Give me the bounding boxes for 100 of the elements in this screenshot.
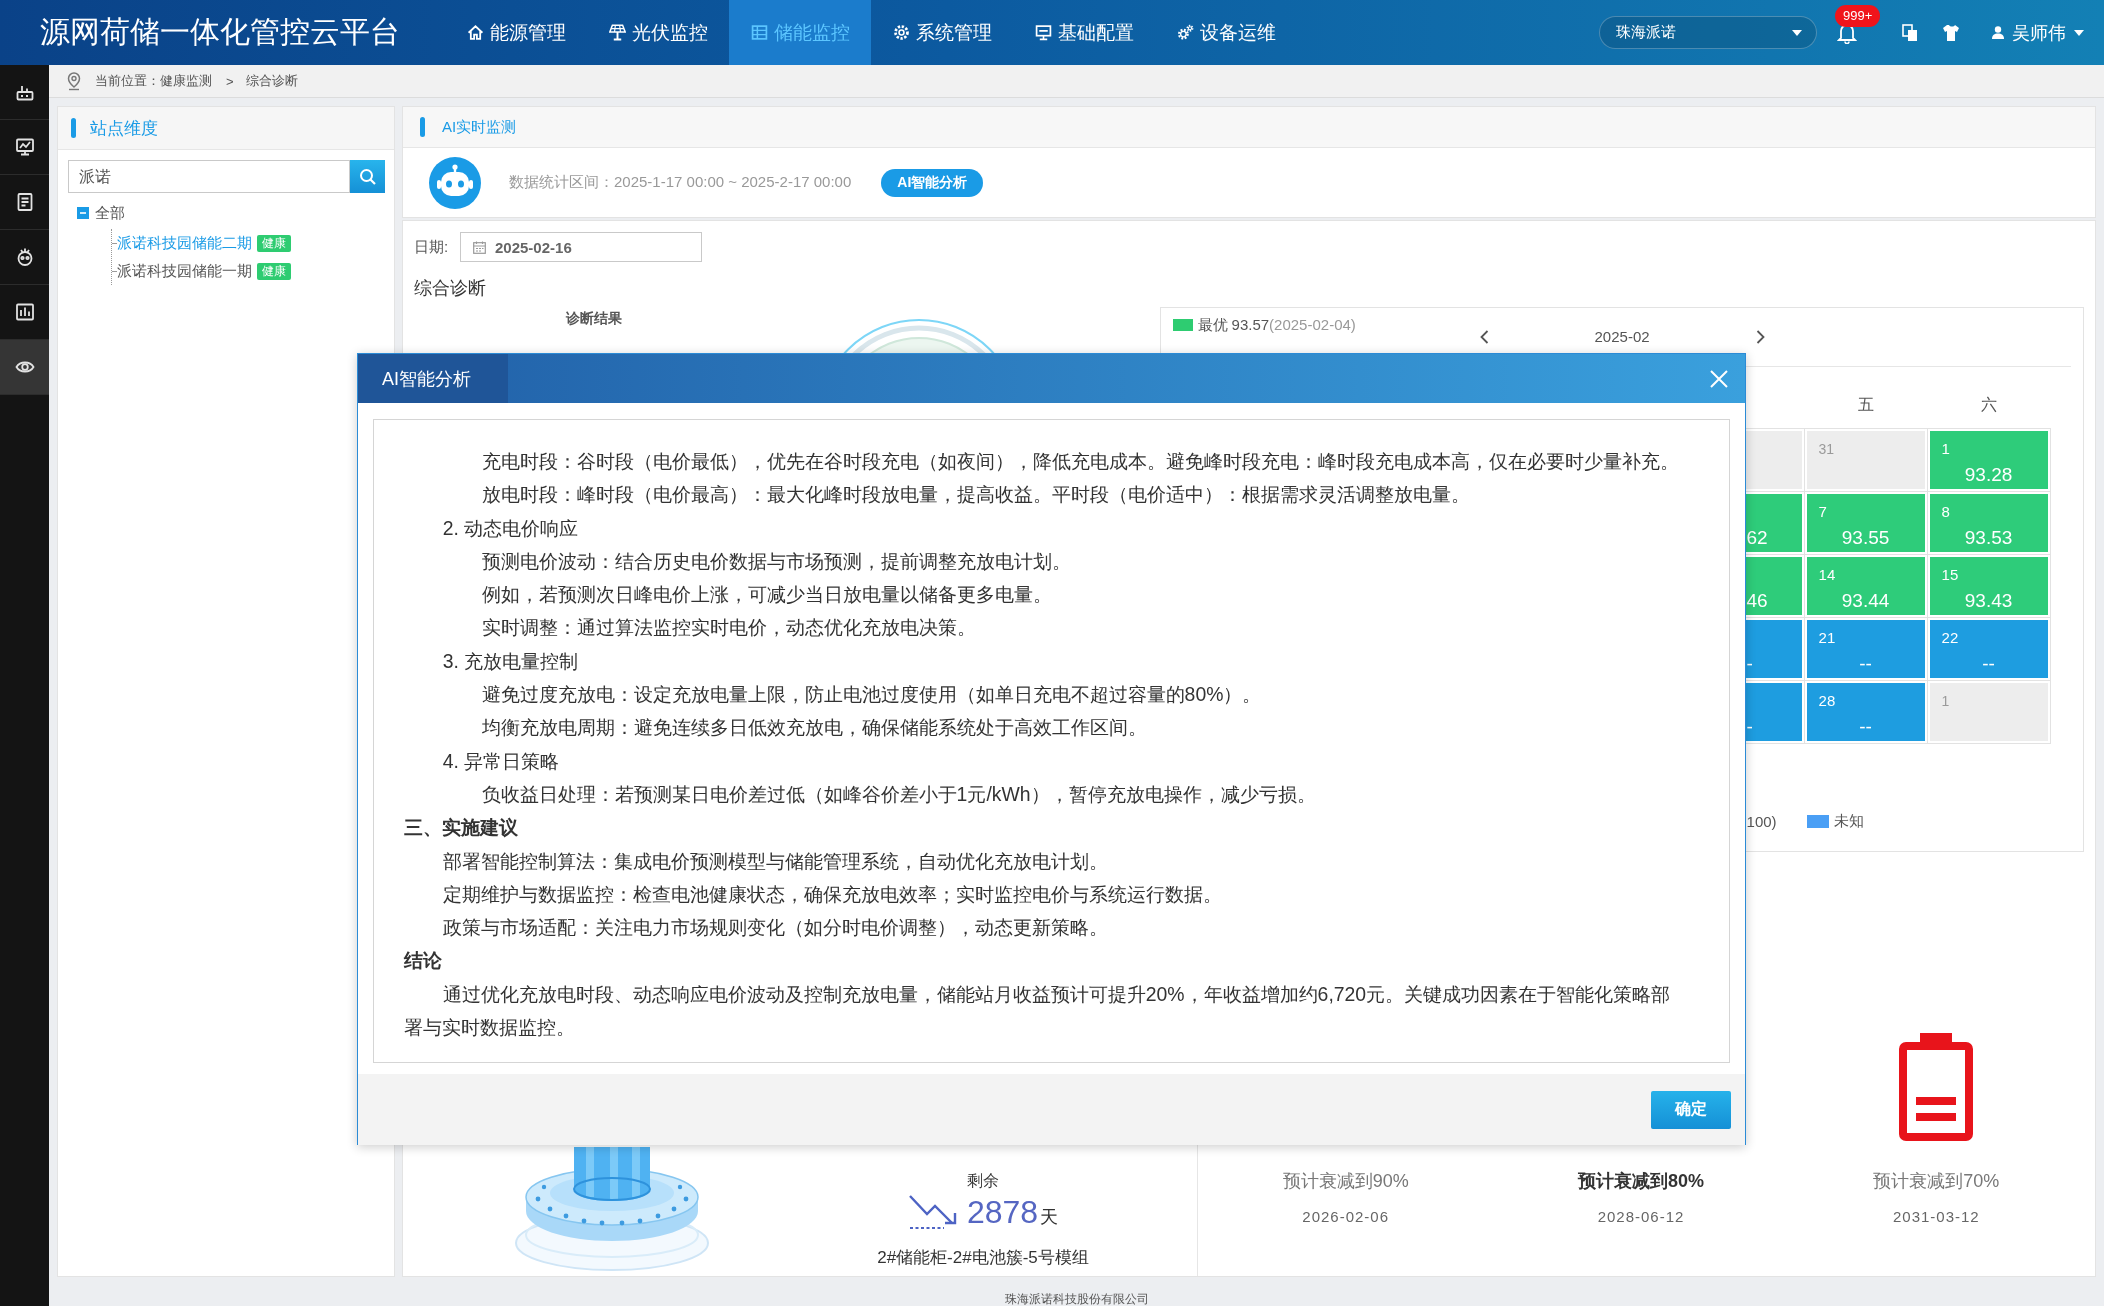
nav-tab[interactable]: 光伏监控 (587, 0, 729, 65)
copy-icon[interactable] (1902, 23, 1918, 42)
calendar-day[interactable]: 46 (1745, 557, 1802, 615)
close-icon (1709, 368, 1729, 389)
legend-value: 93.57 (1231, 316, 1270, 334)
tree-item[interactable]: 派诺科技园储能二期 (117, 233, 252, 253)
status-badge: 健康 (257, 262, 291, 280)
report-text: 3. 充放电量控制 (441, 648, 580, 674)
app-title: 源网荷储一体化管控云平台 (39, 14, 401, 50)
calendar-day[interactable]: 21 -- (1806, 620, 1925, 678)
report-text: 实时调整：通过算法监控实时电价，动态优化充放电决策。 (480, 615, 977, 641)
day-number: 22 (1941, 629, 1959, 647)
calendar-day[interactable]: 28 -- (1806, 683, 1925, 741)
day-number: 1 (1941, 440, 1950, 458)
report-text: 例如，若预测次日峰电价上涨，可减少当日放电量以储备更多电量。 (480, 582, 1053, 608)
remaining-days: 2878 (966, 1194, 1039, 1230)
solar-panel-icon (608, 24, 626, 41)
confirm-button[interactable]: 确定 (1651, 1090, 1731, 1129)
day-score: 93.43 (1964, 590, 2013, 612)
nav-tab[interactable]: 设备运维 (1155, 0, 1297, 65)
calendar-day[interactable]: 1 93.28 (1929, 431, 2048, 489)
nav-tab[interactable]: 系统管理 (871, 0, 1013, 65)
day-score: 93.28 (1964, 464, 2013, 486)
panel-title: 站点维度 (90, 117, 158, 140)
nav-tab[interactable]: 能源管理 (445, 0, 587, 65)
calendar-day[interactable]: 14 93.44 (1806, 557, 1925, 615)
day-score: 46 (1746, 590, 1768, 612)
day-number: 31 (1818, 440, 1835, 458)
result-label: 诊断结果 (566, 310, 622, 326)
date-label: 日期: (414, 237, 450, 257)
org-select[interactable]: 珠海派诺 (1599, 16, 1817, 49)
accent-bar-icon (71, 118, 76, 138)
day-number: 7 (1818, 503, 1827, 521)
breadcrumb-separator: > (226, 73, 234, 89)
day-number: 1 (1941, 692, 1950, 710)
forecast-title: 预计衰减到70% (1873, 1170, 2000, 1192)
report-text: 4. 异常日策略 (441, 748, 561, 774)
day-number: 21 (1818, 629, 1836, 647)
dialog-title: AI智能分析 (358, 354, 508, 403)
day-score: 93.55 (1841, 527, 1890, 549)
forecast-date: 2031-03-12 (1892, 1207, 1980, 1227)
day-number: 14 (1818, 566, 1836, 584)
report-text: 通过优化充放电时段、动态响应电价波动及控制充放电量，储能站月收益预计可提升20%，年收益增加约6,720元。关键成功因素在于智能化策略部署与实时数据监控。 (404, 981, 1672, 1041)
date-range-text: 数据统计区间：2025-1-17 00:00 ~ 2025-2-17 00:00 (509, 173, 852, 192)
forecast-title: 预计衰减到90% (1282, 1170, 1409, 1192)
module-name: 2#储能柜-2#电池簇-5号模组 (877, 1247, 1089, 1269)
shirt-icon[interactable] (1942, 23, 1960, 42)
sidebar-item[interactable] (0, 340, 49, 395)
legend-label: 100) (1746, 812, 1777, 830)
card-title: AI实时监测 (442, 117, 517, 137)
report-text: 政策与市场适配：关注电力市场规则变化（如分时电价调整），动态更新策略。 (441, 915, 1109, 941)
day-score: 93.44 (1841, 590, 1890, 612)
nav-tab[interactable]: 基础配置 (1013, 0, 1155, 65)
day-score: -- (1859, 653, 1872, 675)
user-menu[interactable]: 吴师伟 (1992, 20, 2084, 45)
report-text: 充电时段：谷时段（电价最低），优先在谷时段充电（如夜间），降低充电成本。避免峰时段充电：峰时段充电成本高，仅在必要时少量补充。 (480, 449, 1676, 474)
report-text: 放电时段：峰时段（电价最高）：最大化峰时段放电量，提高收益。平时段（电价适中）：根据需求灵活调整放电量。 (480, 482, 1471, 508)
chevron-left-icon[interactable] (1479, 330, 1489, 344)
report-text: 均衡充放电周期：避免连续多日低效充放电，确保储能系统处于高效工作区间。 (480, 715, 1148, 741)
calendar-day[interactable]: - (1745, 683, 1802, 741)
search-button[interactable] (350, 160, 385, 193)
legend-label: 未知 (1833, 811, 1864, 831)
forecast-title: 预计衰减到80% (1577, 1170, 1704, 1192)
close-button[interactable] (1709, 368, 1729, 389)
day-score: -- (1982, 653, 1995, 675)
breadcrumb-current: 综合诊断 (245, 72, 298, 90)
weekday-label: 六 (1980, 394, 1999, 415)
calendar-day[interactable]: 15 93.43 (1929, 557, 2048, 615)
calendar-day[interactable]: 7 93.55 (1806, 494, 1925, 552)
report-text: 预测电价波动：结合历史电价数据与市场预测，提前调整充放电计划。 (480, 548, 1072, 574)
date-field[interactable]: 2025-02-16 (460, 232, 702, 262)
analyze-button[interactable]: AI智能分析 (881, 168, 984, 197)
company-name: 珠海派诺科技股份有限公司 (1004, 1292, 1149, 1306)
breadcrumb-link[interactable]: 当前位置：健康监测 (95, 72, 212, 90)
calendar-day[interactable]: 62 (1745, 494, 1802, 552)
weekday-label: 五 (1857, 394, 1876, 415)
day-number: 15 (1941, 566, 1959, 584)
accent-bar-icon (420, 117, 425, 137)
caret-icon (2074, 29, 2084, 36)
home-icon (466, 24, 484, 41)
tree-item[interactable]: 全部 (95, 203, 125, 223)
report-text: 负收益日处理：若预测某日电价差过低（如峰谷价差小于1元/kWh），暂停充放电操作，减少亏损。 (480, 781, 1317, 807)
report-text: 2. 动态电价响应 (441, 515, 580, 541)
tree-item[interactable]: 派诺科技园储能一期 (117, 261, 252, 281)
robot-icon (429, 156, 481, 209)
search-field[interactable]: 派诺 (68, 160, 350, 193)
chevron-right-icon[interactable] (1755, 330, 1765, 344)
day-number: 8 (1941, 503, 1950, 521)
report-heading: 结论 (404, 948, 443, 974)
report-heading: 三、实施建议 (404, 815, 519, 841)
day-number: 28 (1818, 692, 1836, 710)
notification-badge: 999+ (1835, 4, 1881, 27)
calendar-day[interactable]: 1 (1929, 683, 2048, 741)
calendar-day[interactable]: 22 -- (1929, 620, 2048, 678)
monitor-icon (14, 137, 35, 157)
calendar-day[interactable]: 8 93.53 (1929, 494, 2048, 552)
day-score: 62 (1746, 527, 1768, 549)
calendar-day[interactable]: 31 (1806, 431, 1925, 489)
nav-tab[interactable]: 储能监控 (729, 0, 871, 65)
calendar-day[interactable]: - (1745, 620, 1802, 678)
